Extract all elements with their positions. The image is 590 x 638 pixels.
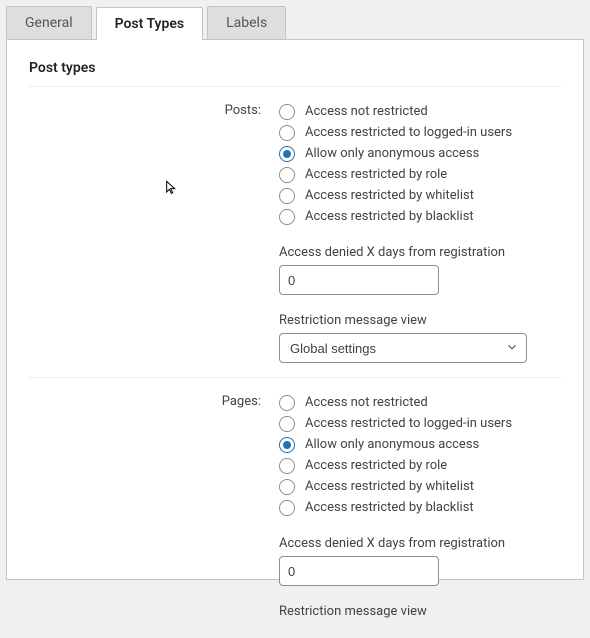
- radio-icon: [279, 395, 295, 411]
- row-posts: Posts: Access not restricted Access rest…: [29, 87, 561, 378]
- radio-label: Access restricted by role: [305, 167, 447, 182]
- radio-posts-not-restricted[interactable]: Access not restricted: [279, 101, 561, 122]
- radio-icon: [279, 500, 295, 516]
- radio-label: Allow only anonymous access: [305, 146, 479, 161]
- radio-posts-whitelist[interactable]: Access restricted by whitelist: [279, 185, 561, 206]
- tabs-bar: General Post Types Labels: [6, 6, 584, 40]
- tab-general[interactable]: General: [6, 6, 92, 39]
- radio-label: Access restricted by blacklist: [305, 209, 474, 224]
- radio-icon: [279, 146, 295, 162]
- radio-icon: [279, 167, 295, 183]
- radio-label: Access restricted by whitelist: [305, 479, 474, 494]
- radio-pages-by-role[interactable]: Access restricted by role: [279, 455, 561, 476]
- radio-label: Access restricted to logged-in users: [305, 125, 512, 140]
- pages-denied-days-label: Access denied X days from registration: [279, 536, 561, 551]
- radio-label: Access restricted by role: [305, 458, 447, 473]
- radio-icon: [279, 188, 295, 204]
- section-title: Post types: [29, 60, 561, 76]
- pages-denied-days-input[interactable]: [279, 556, 439, 586]
- radio-label: Access not restricted: [305, 395, 428, 410]
- radio-pages-not-restricted[interactable]: Access not restricted: [279, 392, 561, 413]
- radio-icon: [279, 125, 295, 141]
- radio-icon: [279, 104, 295, 120]
- radio-icon: [279, 458, 295, 474]
- pages-message-view-label: Restriction message view: [279, 604, 561, 619]
- row-label-posts: Posts:: [29, 101, 279, 118]
- radio-label: Access restricted by whitelist: [305, 188, 474, 203]
- radio-icon: [279, 479, 295, 495]
- radio-icon: [279, 437, 295, 453]
- panel-post-types: Post types Posts: Access not restricted …: [6, 40, 584, 580]
- radio-posts-by-role[interactable]: Access restricted by role: [279, 164, 561, 185]
- radio-label: Access restricted by blacklist: [305, 500, 474, 515]
- posts-denied-days-label: Access denied X days from registration: [279, 245, 561, 260]
- radio-icon: [279, 416, 295, 432]
- posts-message-view-select[interactable]: Global settings: [279, 333, 527, 363]
- radio-pages-logged-in[interactable]: Access restricted to logged-in users: [279, 413, 561, 434]
- radio-pages-whitelist[interactable]: Access restricted by whitelist: [279, 476, 561, 497]
- radio-pages-blacklist[interactable]: Access restricted by blacklist: [279, 497, 561, 518]
- posts-message-view-label: Restriction message view: [279, 313, 561, 328]
- radio-label: Allow only anonymous access: [305, 437, 479, 452]
- radio-label: Access restricted to logged-in users: [305, 416, 512, 431]
- radio-posts-anonymous[interactable]: Allow only anonymous access: [279, 143, 561, 164]
- tab-labels[interactable]: Labels: [207, 6, 286, 39]
- radio-posts-blacklist[interactable]: Access restricted by blacklist: [279, 206, 561, 227]
- tab-post-types[interactable]: Post Types: [96, 7, 204, 40]
- radio-icon: [279, 209, 295, 225]
- radio-pages-anonymous[interactable]: Allow only anonymous access: [279, 434, 561, 455]
- posts-denied-days-input[interactable]: [279, 265, 439, 295]
- radio-posts-logged-in[interactable]: Access restricted to logged-in users: [279, 122, 561, 143]
- row-label-pages: Pages:: [29, 392, 279, 409]
- radio-label: Access not restricted: [305, 104, 428, 119]
- row-pages: Pages: Access not restricted Access rest…: [29, 378, 561, 638]
